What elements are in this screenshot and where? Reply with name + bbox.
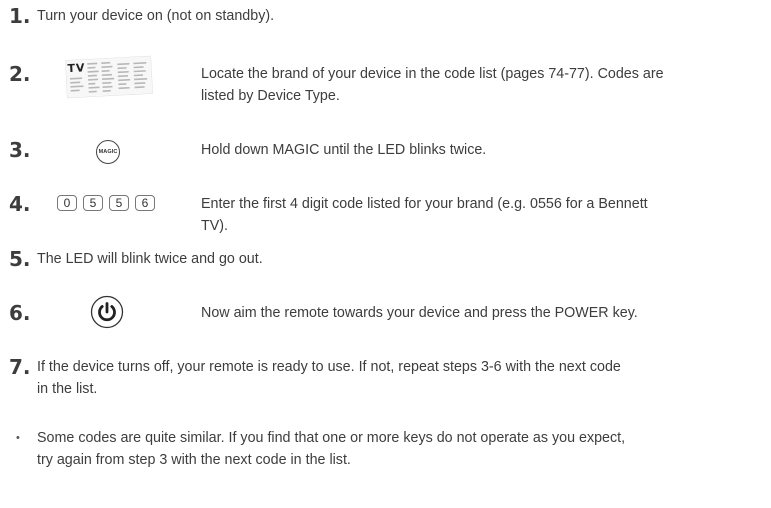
note-bullet: • (16, 432, 20, 444)
step-2-text-line-1: Locate the brand of your device in the c… (201, 66, 664, 82)
code-key: 5 (109, 195, 129, 211)
step-3-number: 3. (9, 138, 31, 162)
step-4-text-line-1: Enter the first 4 digit code listed for … (201, 196, 648, 212)
step-6-number: 6. (9, 301, 31, 325)
step-7-text-line-2: in the list. (37, 381, 98, 397)
power-icon (90, 295, 124, 329)
magic-button-label: MAGIC (98, 149, 118, 155)
step-2-number: 2. (9, 62, 31, 86)
step-7-number: 7. (9, 355, 31, 379)
step-5-number: 5. (9, 247, 31, 271)
code-keys: 0 5 5 6 (57, 195, 155, 211)
note-text-line-1: Some codes are quite similar. If you fin… (37, 430, 626, 446)
code-key: 6 (135, 195, 155, 211)
code-list-image: TV (64, 55, 154, 99)
step-4-text-line-2: TV). (201, 218, 229, 234)
step-1-text: Turn your device on (not on standby). (37, 8, 275, 24)
code-key: 0 (57, 195, 77, 211)
step-5-text: The LED will blink twice and go out. (37, 251, 263, 267)
step-4-number: 4. (9, 192, 31, 216)
step-3-text: Hold down MAGIC until the LED blinks twi… (201, 142, 487, 158)
code-key: 5 (83, 195, 103, 211)
step-1-number: 1. (9, 4, 31, 28)
note-text-line-2: try again from step 3 with the next code… (37, 452, 351, 468)
step-6-text: Now aim the remote towards your device a… (201, 305, 638, 321)
step-2-text-line-2: listed by Device Type. (201, 88, 340, 104)
magic-button-icon: MAGIC (96, 140, 120, 164)
step-7-text-line-1: If the device turns off, your remote is … (37, 359, 621, 375)
code-list-tv-label: TV (67, 61, 86, 76)
